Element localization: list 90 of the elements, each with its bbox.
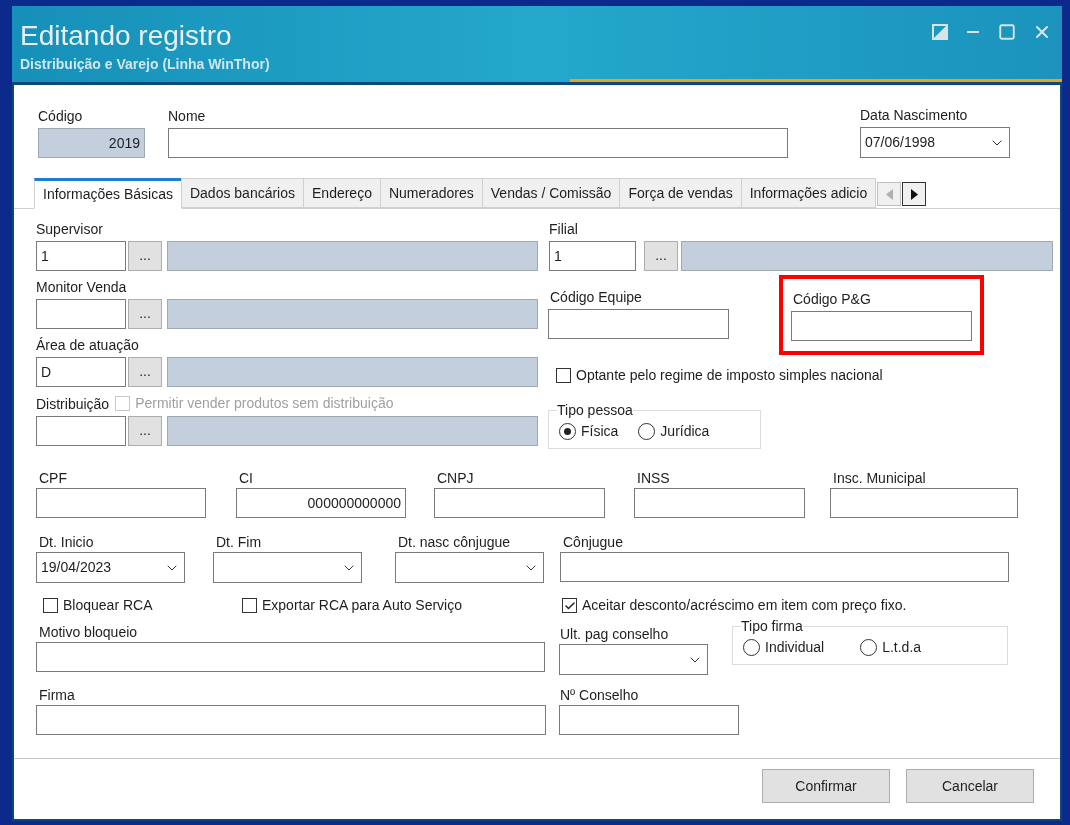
group-label: Tipo firma: [741, 617, 803, 636]
input-field[interactable]: [560, 552, 1009, 582]
description-field[interactable]: [167, 357, 538, 387]
field-label: Nome: [168, 107, 207, 126]
input-field[interactable]: [548, 309, 729, 339]
field-label: CNPJ: [437, 469, 475, 488]
field-label: CPF: [39, 469, 68, 488]
description-field[interactable]: [167, 416, 538, 446]
input-field[interactable]: [36, 416, 126, 446]
field-label: Dt. Inicio: [39, 533, 95, 552]
date-dropdown[interactable]: [559, 644, 708, 675]
field-label: Cônjugue: [563, 533, 624, 552]
tab[interactable]: Dados bancários: [180, 178, 304, 208]
input-field[interactable]: D: [36, 357, 126, 387]
tab[interactable]: Força de vendas: [619, 178, 742, 208]
maximize-icon[interactable]: [998, 23, 1016, 41]
left-triangle-icon: [885, 188, 893, 200]
date-dropdown[interactable]: [213, 552, 362, 583]
checkbox-label: Permitir vender produtos sem distribuição: [135, 394, 394, 413]
browse-button[interactable]: ...: [128, 357, 162, 387]
input-field[interactable]: [36, 642, 545, 672]
field-label: Distribuição: [36, 394, 110, 414]
field-label: Dt. Fim: [216, 533, 263, 552]
dialog-button[interactable]: Confirmar: [762, 769, 890, 803]
input-field[interactable]: [36, 299, 126, 329]
description-field[interactable]: [681, 241, 1053, 271]
field-label: Nº Conselho: [560, 686, 640, 705]
field-label: Área de atuação: [36, 336, 139, 355]
input-field[interactable]: [830, 488, 1018, 518]
field-label: Monitor Venda: [36, 278, 127, 297]
input-field[interactable]: [434, 488, 605, 518]
checkbox[interactable]: [562, 598, 577, 613]
tab[interactable]: Numeradores: [379, 178, 483, 208]
input-field[interactable]: [559, 705, 739, 735]
scroll-right-button[interactable]: [902, 182, 927, 206]
date-dropdown[interactable]: 19/04/2023: [36, 552, 185, 583]
field-label: Filial: [549, 220, 579, 239]
description-field[interactable]: [167, 299, 538, 329]
input-field[interactable]: 1: [549, 241, 636, 271]
dialog-button[interactable]: Cancelar: [906, 769, 1034, 803]
checkbox[interactable]: [242, 598, 257, 613]
group-label: Tipo pessoa: [557, 401, 633, 420]
radio-label: Jurídica: [660, 422, 710, 441]
radio-button[interactable]: [860, 639, 878, 656]
field-label: INSS: [637, 469, 671, 488]
description-field[interactable]: [167, 241, 538, 271]
right-triangle-icon: [910, 188, 918, 200]
tab[interactable]: Informações adicio: [740, 178, 877, 208]
input-field[interactable]: 000000000000: [236, 488, 406, 518]
input-field[interactable]: [36, 488, 206, 518]
window-title: Editando registro: [20, 20, 233, 52]
field-label: Código: [38, 107, 84, 126]
checkbox[interactable]: [556, 368, 571, 383]
date-dropdown[interactable]: [395, 552, 544, 583]
radio-label: L.t.d.a: [882, 638, 922, 657]
checkbox-label: Exportar RCA para Auto Serviço: [262, 596, 462, 615]
field-label: Data Nascimento: [860, 106, 969, 125]
field-label: Ult. pag conselho: [560, 625, 670, 644]
field-label: Motivo bloqueio: [39, 623, 139, 642]
field-label: CI: [239, 469, 254, 488]
tab[interactable]: Informações Básicas: [34, 178, 182, 209]
field-label: Código P&G: [793, 290, 872, 309]
field-label: Insc. Municipal: [833, 469, 927, 488]
browse-button[interactable]: ...: [128, 416, 162, 446]
input-field[interactable]: 2019: [38, 128, 145, 158]
field-label: Código Equipe: [550, 288, 643, 307]
input-field[interactable]: [791, 311, 972, 341]
browse-button[interactable]: ...: [128, 241, 162, 271]
field-label: Supervisor: [36, 220, 103, 239]
checkbox[interactable]: [43, 598, 58, 613]
date-dropdown[interactable]: 07/06/1998: [860, 127, 1010, 158]
input-field[interactable]: [168, 128, 788, 158]
field-label: Firma: [39, 686, 76, 705]
radio-button[interactable]: [638, 423, 656, 440]
checkbox-label: Bloquear RCA: [63, 596, 153, 615]
window-subtitle: Distribuição e Varejo (Linha WinThor): [20, 55, 270, 74]
checkbox-label: Optante pelo regime de imposto simples nacional: [576, 366, 883, 385]
tab[interactable]: Vendas / Comissão: [481, 178, 621, 208]
browse-button[interactable]: ...: [128, 299, 162, 329]
radio-button[interactable]: [559, 423, 576, 440]
field-label: Dt. nasc cônjugue: [398, 533, 512, 552]
input-field[interactable]: [634, 488, 805, 518]
input-field[interactable]: 1: [36, 241, 126, 271]
radio-label: Física: [581, 422, 619, 441]
radio-button[interactable]: [743, 639, 760, 656]
input-field[interactable]: [36, 705, 546, 735]
radio-label: Individual: [765, 638, 825, 657]
browse-button[interactable]: ...: [644, 241, 678, 271]
tab[interactable]: Endereço: [303, 178, 381, 208]
checkbox-label: Aceitar desconto/acréscimo em item com preço fixo.: [582, 596, 907, 615]
